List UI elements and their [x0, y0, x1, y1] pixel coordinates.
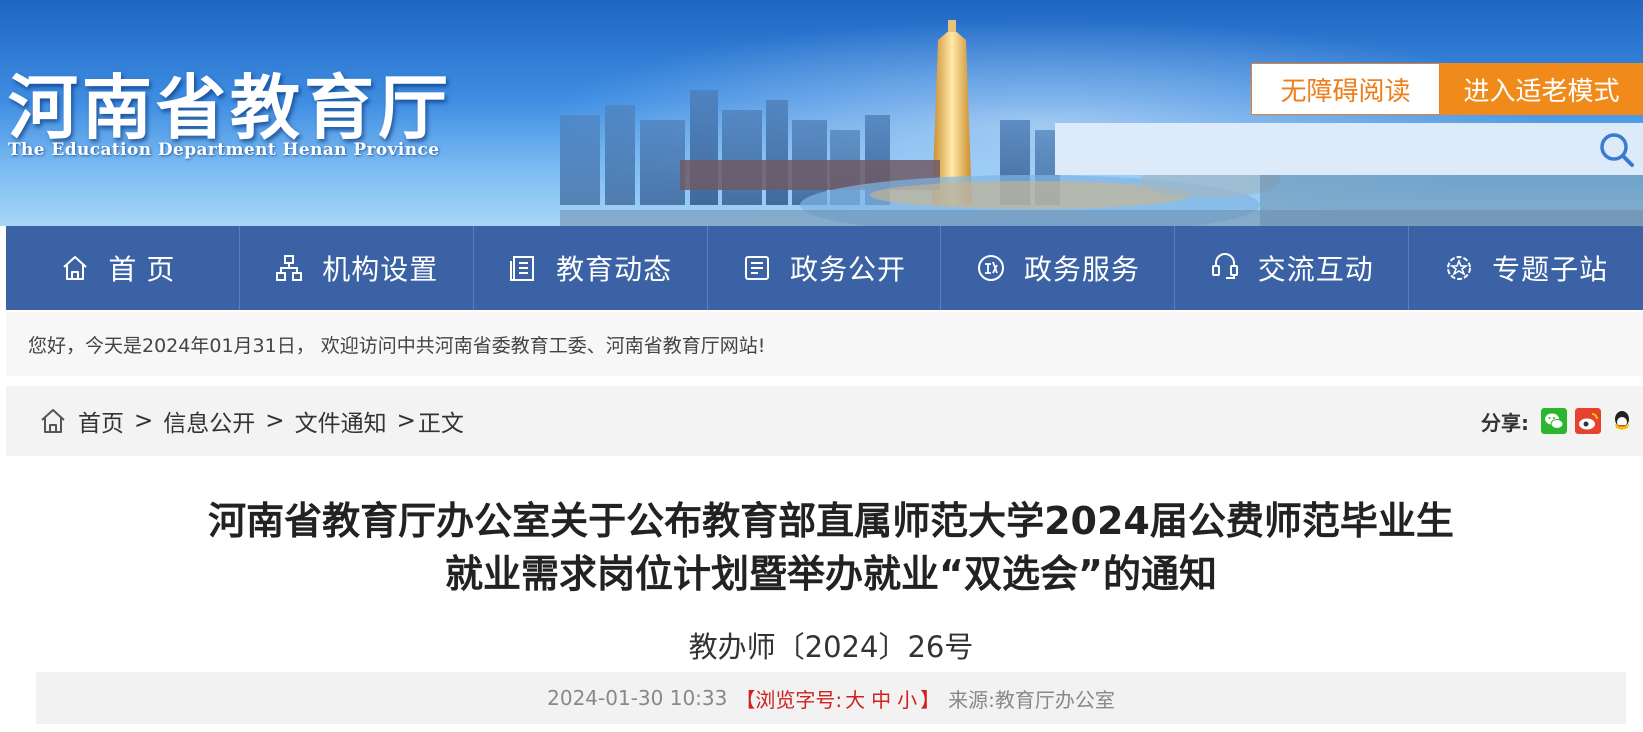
- org-chart-icon: [276, 255, 303, 281]
- breadcrumb-separator: >: [265, 408, 285, 434]
- nav-item-interaction[interactable]: 交流互动: [1175, 226, 1410, 310]
- share-bar: 分享:: [1481, 386, 1643, 456]
- nav-item-label: 专题子站: [1492, 253, 1609, 286]
- qq-icon[interactable]: [1609, 408, 1635, 434]
- gov-service-icon: [977, 255, 1004, 281]
- document-number: 教办师〔2024〕26号: [688, 630, 974, 664]
- nav-item-topic-sites[interactable]: 专题子站: [1409, 226, 1643, 310]
- breadcrumb-bar: 首页 > 信息公开 > 文件通知 > 正文 分享:: [6, 386, 1643, 456]
- breadcrumb: 首页 > 信息公开 > 文件通知 > 正文: [78, 404, 464, 438]
- article-title-line-2: 就业需求岗位计划暨举办就业“双选会”的通知: [445, 552, 1217, 596]
- publish-date: 2024-01-30 10:33: [547, 686, 728, 710]
- main-navigation: 首页 机构设置 教育动态 政务公开 政务服务 交流互动 专题子站: [6, 226, 1643, 310]
- nav-item-label: 交流互动: [1257, 253, 1374, 286]
- welcome-message: 您好，今天是2024年01月31日， 欢迎访问中共河南省委教育工委、河南省教育厅…: [6, 312, 1643, 376]
- article-meta: 2024-01-30 10:33 【浏览字号: 大 中 小 】 来源: 教育厅办…: [36, 672, 1626, 724]
- font-size-small-button[interactable]: 小: [897, 684, 917, 713]
- open-gov-icon: [745, 256, 769, 280]
- breadcrumb-separator: >: [134, 408, 154, 434]
- nav-item-label: 政务服务: [1023, 253, 1140, 286]
- home-icon[interactable]: [38, 406, 68, 436]
- breadcrumb-current: 正文: [417, 411, 464, 437]
- news-icon: [510, 256, 535, 281]
- nav-item-label: 教育动态: [556, 253, 673, 286]
- font-size-large-button[interactable]: 大: [845, 684, 865, 713]
- nav-item-government-affairs[interactable]: 政务公开: [708, 226, 942, 310]
- nav-item-organization[interactable]: 机构设置: [240, 226, 474, 310]
- breadcrumb-home-link[interactable]: 首页: [78, 404, 124, 438]
- article-title: 河南省教育厅办公室关于公布教育部直属师范大学2024届公费师范毕业生 就业需求岗…: [36, 495, 1626, 601]
- interaction-icon: [1211, 253, 1238, 279]
- font-size-label: 【浏览字号:: [735, 687, 843, 712]
- source-label: 来源:: [948, 687, 995, 712]
- font-size-bracket: 】: [920, 687, 941, 712]
- font-size-medium-button[interactable]: 中: [871, 684, 891, 713]
- source-value: 教育厅办公室: [994, 687, 1115, 712]
- nav-item-label: 政务公开: [790, 253, 907, 286]
- search-input[interactable]: [1055, 123, 1643, 175]
- breadcrumb-separator: >: [396, 408, 416, 434]
- share-label: 分享:: [1481, 410, 1529, 435]
- search-icon[interactable]: [1597, 130, 1637, 170]
- nav-item-label: 首页: [108, 253, 185, 286]
- site-logo-subtitle: The Education Department Henan Province: [8, 140, 440, 160]
- accessible-reading-button[interactable]: 无障碍阅读: [1251, 63, 1440, 115]
- breadcrumb-notices-link[interactable]: 文件通知: [295, 404, 387, 438]
- breadcrumb-info-public-link[interactable]: 信息公开: [163, 404, 255, 438]
- nav-item-education-news[interactable]: 教育动态: [474, 226, 708, 310]
- weibo-icon[interactable]: [1575, 408, 1601, 434]
- home-icon: [63, 256, 88, 280]
- nav-item-label: 机构设置: [322, 253, 439, 286]
- nav-item-government-services[interactable]: 政务服务: [941, 226, 1176, 310]
- topic-site-icon: [1447, 256, 1472, 280]
- nav-item-home[interactable]: 首页: [6, 226, 240, 310]
- wechat-icon[interactable]: [1541, 408, 1567, 434]
- article-title-line-1: 河南省教育厅办公室关于公布教育部直属师范大学2024届公费师范毕业生: [208, 499, 1454, 543]
- elder-mode-button[interactable]: 进入适老模式: [1440, 63, 1643, 115]
- site-logo-title: 河南省教育厅: [8, 66, 452, 149]
